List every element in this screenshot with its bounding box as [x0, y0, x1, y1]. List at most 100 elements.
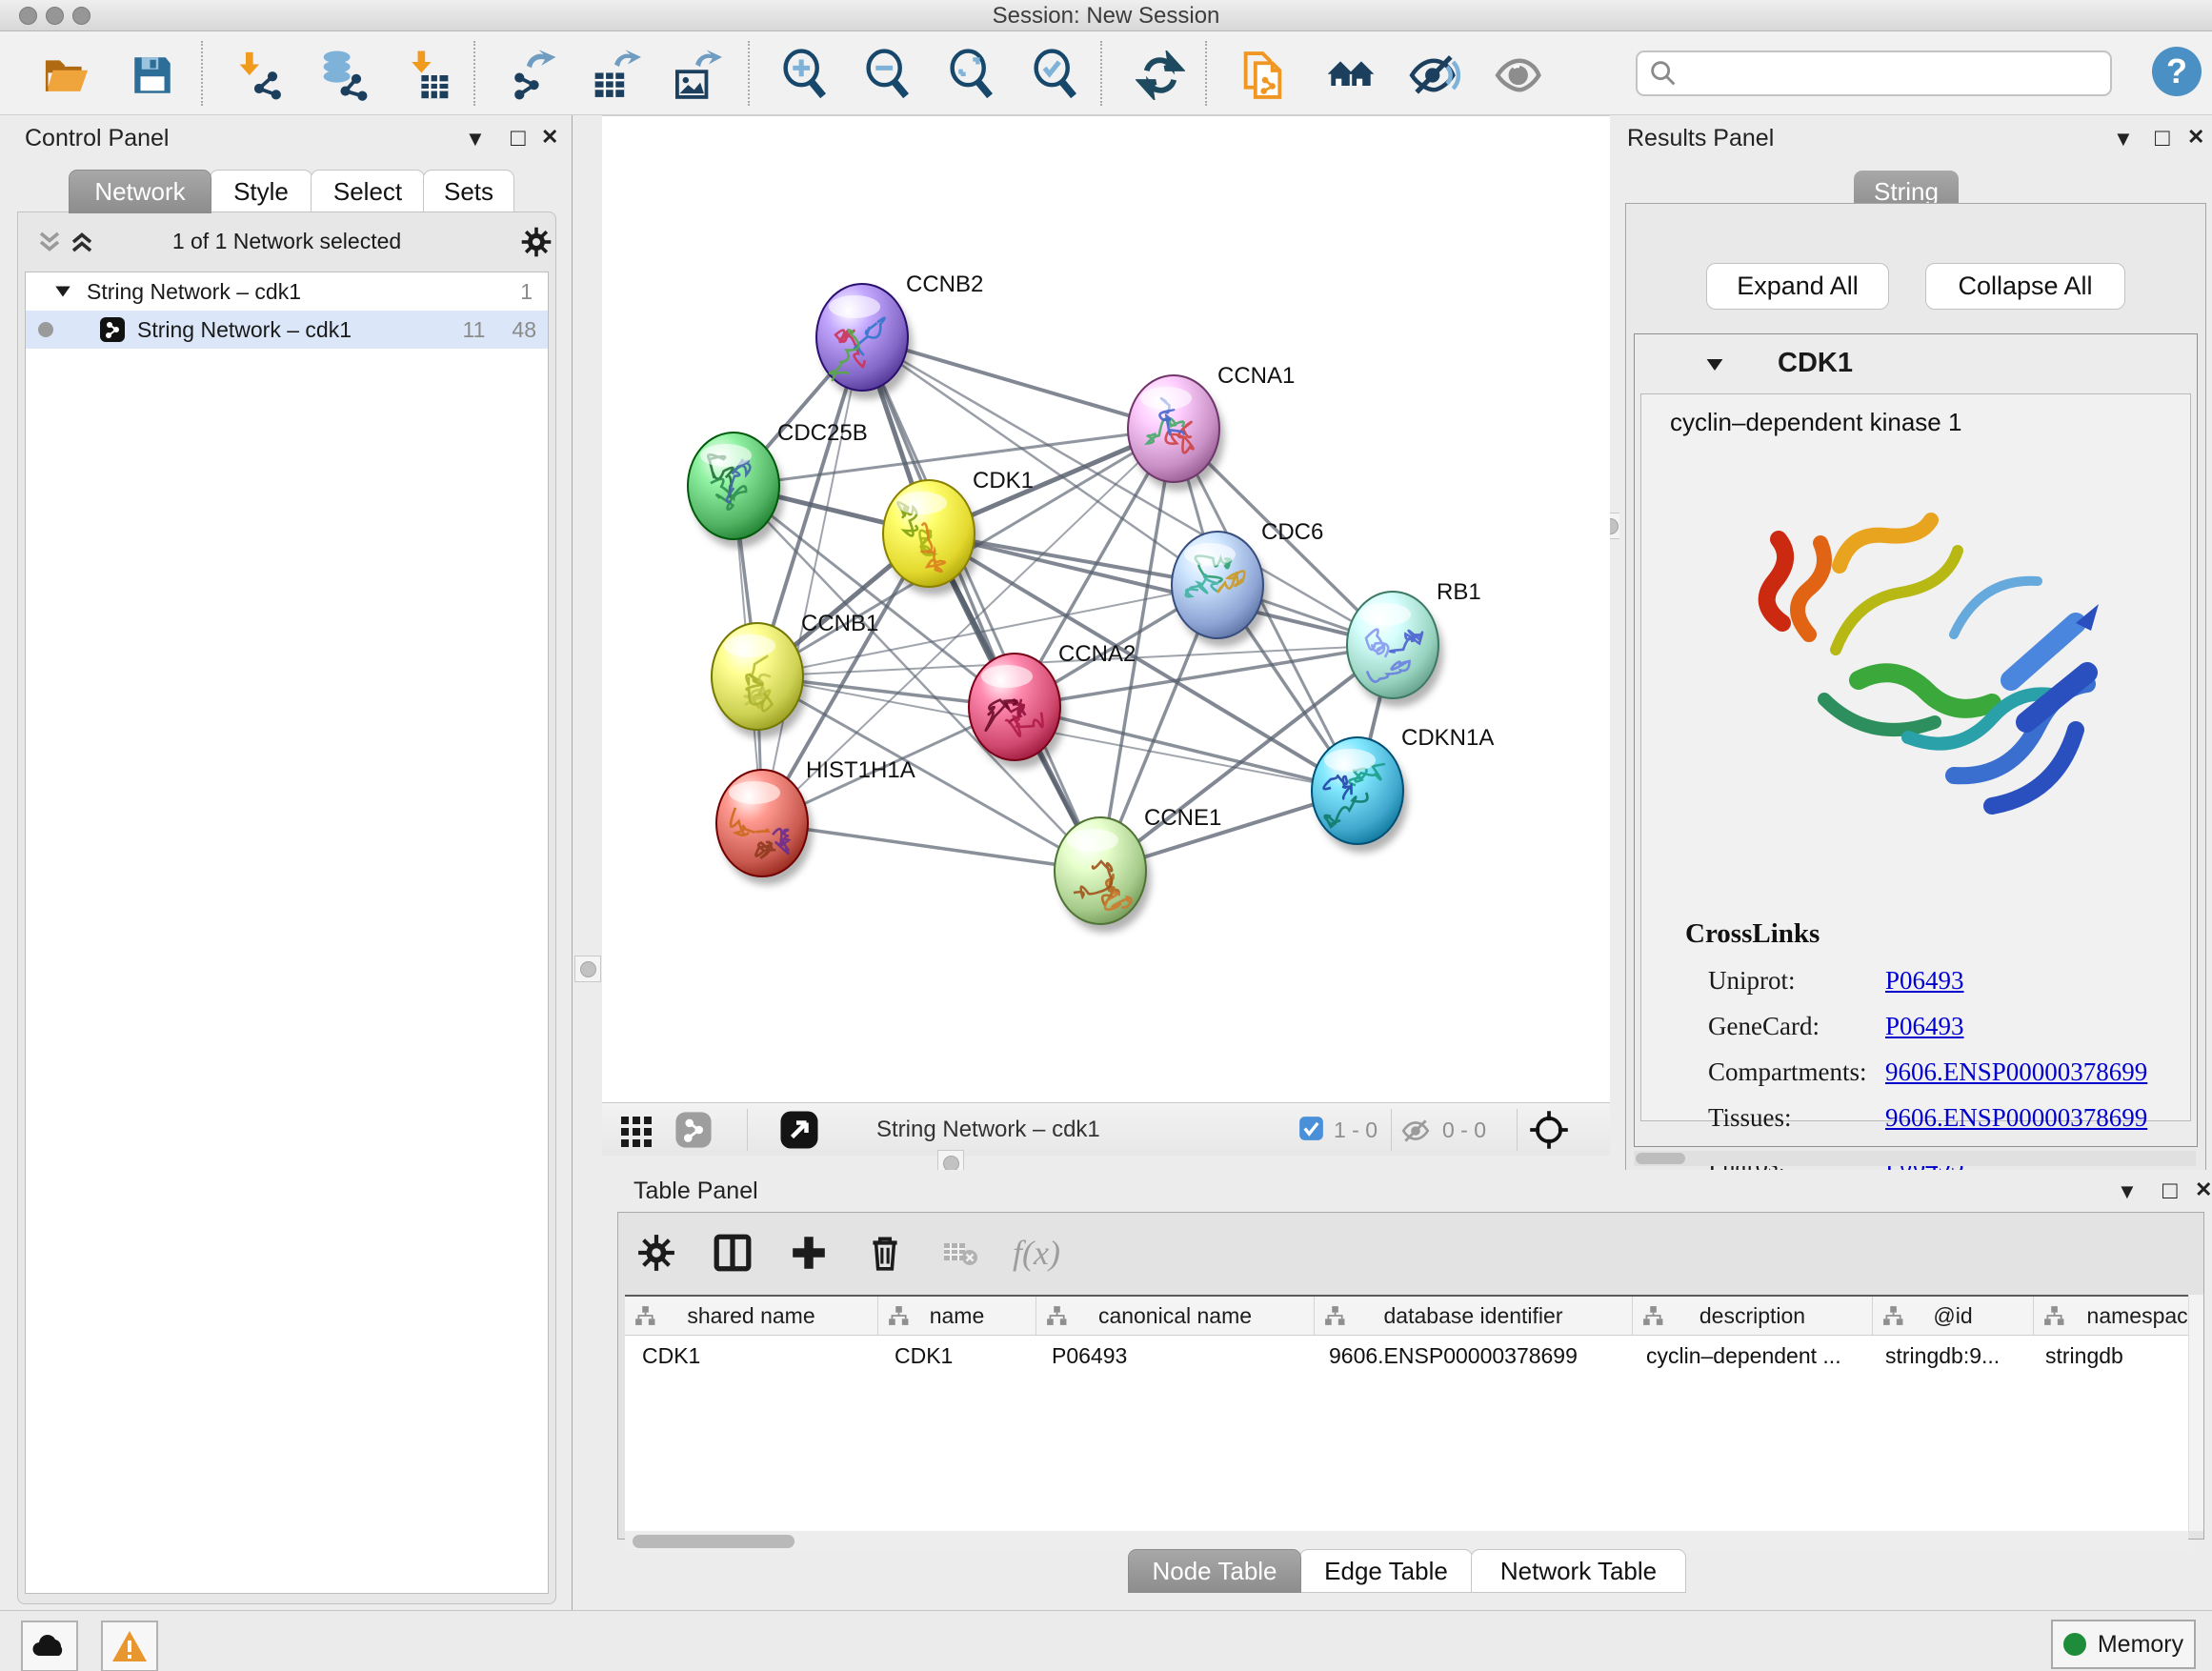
delete-table-icon[interactable]	[936, 1228, 986, 1278]
network-node-HIST1H1A[interactable]: HIST1H1A	[716, 757, 915, 885]
add-column-icon[interactable]	[784, 1228, 834, 1278]
help-button[interactable]: ?	[2152, 47, 2202, 96]
show-columns-icon[interactable]	[708, 1228, 757, 1278]
save-session-icon[interactable]	[126, 49, 179, 102]
warning-status-button[interactable]	[101, 1621, 158, 1671]
zoom-in-icon[interactable]	[778, 49, 832, 102]
panel-float-icon[interactable]: □	[511, 123, 526, 152]
right-splitter[interactable]	[1610, 115, 1619, 1156]
tab-select[interactable]: Select	[311, 170, 425, 213]
tab-node-table[interactable]: Node Table	[1128, 1549, 1301, 1593]
expand-all-button[interactable]: Expand All	[1706, 263, 1889, 310]
column-header-database-identifier[interactable]: database identifier	[1315, 1297, 1633, 1335]
string-home-icon[interactable]	[1324, 49, 1377, 102]
network-node-CCNA1[interactable]: CCNA1	[1128, 363, 1295, 491]
import-table-icon[interactable]	[402, 49, 455, 102]
network-view-type-icon[interactable]	[674, 1111, 713, 1154]
crosslink-row: Compartments:9606.ENSP00000378699	[1708, 1057, 2184, 1087]
table-cell[interactable]: stringdb	[2028, 1336, 2188, 1376]
node-table-box: f(x) shared namenamecanonical namedataba…	[617, 1212, 2204, 1540]
panel-close-icon[interactable]: ✕	[541, 125, 558, 150]
delete-column-trash-icon[interactable]	[860, 1228, 910, 1278]
selected-checkbox-icon[interactable]	[1298, 1116, 1324, 1146]
export-image-icon[interactable]	[669, 49, 722, 102]
string-settings-icon[interactable]	[1407, 49, 1460, 102]
crosslink-link[interactable]: P06493	[1885, 966, 1964, 996]
string-protein-query-icon[interactable]	[1238, 49, 1292, 102]
import-network-icon[interactable]	[232, 49, 286, 102]
panel-menu-icon[interactable]: ▼	[2117, 1179, 2138, 1204]
tab-network-table[interactable]: Network Table	[1471, 1549, 1686, 1593]
refresh-icon[interactable]	[1134, 49, 1187, 102]
network-row[interactable]: String Network – cdk1 11 48	[26, 311, 548, 349]
column-header-canonical-name[interactable]: canonical name	[1036, 1297, 1315, 1335]
network-node-CCNB1[interactable]: CCNB1	[712, 611, 878, 738]
network-canvas[interactable]: CCNB2 CCNA1 CDC25BCDK1 CDC6RB1 CCNB1 CCNA2 CDK…	[602, 115, 1610, 1103]
open-session-icon[interactable]	[40, 49, 93, 102]
function-builder-icon[interactable]: f(x)	[1013, 1233, 1060, 1273]
grid-view-icon[interactable]	[619, 1113, 654, 1152]
column-header--id[interactable]: @id	[1873, 1297, 2034, 1335]
network-collection-row[interactable]: String Network – cdk1 1	[26, 272, 548, 311]
network-node-CCNA2[interactable]: CCNA2	[969, 641, 1136, 769]
table-cell[interactable]: P06493	[1035, 1336, 1312, 1376]
network-view-toolbar: String Network – cdk1 1 - 0 0 - 0	[602, 1102, 1610, 1158]
results-panel-title: Results Panel	[1627, 125, 1774, 152]
table-row[interactable]: CDK1CDK1P064939606.ENSP00000378699cyclin…	[625, 1336, 2188, 1376]
tree-expander-icon[interactable]	[52, 281, 73, 302]
memory-button[interactable]: Memory	[2051, 1620, 2196, 1669]
panel-close-icon[interactable]: ✕	[2187, 125, 2204, 150]
birdseye-crosshair-icon[interactable]	[1528, 1109, 1570, 1156]
node-label: CCNE1	[1144, 805, 1221, 831]
network-node-CDKN1A[interactable]: CDKN1A	[1312, 725, 1494, 853]
crosslink-link[interactable]: P06493	[1885, 1012, 1964, 1041]
table-cell[interactable]: 9606.ENSP00000378699	[1312, 1336, 1629, 1376]
column-header-name[interactable]: name	[878, 1297, 1036, 1335]
table-cell[interactable]: stringdb:9...	[1868, 1336, 2028, 1376]
network-options-gear-icon[interactable]	[519, 225, 553, 259]
export-table-icon[interactable]	[588, 49, 641, 102]
network-node-CDC6[interactable]: CDC6	[1172, 519, 1323, 647]
tab-sets[interactable]: Sets	[423, 170, 514, 213]
table-options-gear-icon[interactable]	[632, 1228, 681, 1278]
zoom-selected-icon[interactable]	[1029, 49, 1082, 102]
zoom-fit-icon[interactable]	[945, 49, 998, 102]
gene-section-header[interactable]: CDK1	[1635, 334, 2197, 393]
table-cell[interactable]: CDK1	[625, 1336, 877, 1376]
gene-name: CDK1	[1778, 348, 1853, 379]
panel-menu-icon[interactable]: ▼	[2113, 127, 2134, 151]
hidden-eye-icon[interactable]	[1400, 1116, 1431, 1151]
tab-network[interactable]: Network	[69, 170, 211, 213]
network-node-CCNB2[interactable]: CCNB2	[816, 272, 983, 399]
collapse-all-button[interactable]: Collapse All	[1925, 263, 2125, 310]
import-network-database-icon[interactable]	[316, 49, 370, 102]
network-node-RB1[interactable]: RB1	[1347, 579, 1481, 707]
column-header-description[interactable]: description	[1633, 1297, 1873, 1335]
cloud-status-button[interactable]	[21, 1621, 78, 1671]
panel-menu-icon[interactable]: ▼	[465, 127, 486, 151]
left-splitter[interactable]	[573, 115, 602, 1610]
tab-edge-table[interactable]: Edge Table	[1299, 1549, 1473, 1593]
detach-view-icon[interactable]	[779, 1110, 819, 1155]
network-node-CDC25B[interactable]: CDC25B	[688, 420, 868, 548]
show-results-eye-icon[interactable]	[1493, 49, 1546, 102]
export-network-icon[interactable]	[505, 49, 558, 102]
panel-close-icon[interactable]: ✕	[2195, 1178, 2212, 1202]
crosslink-link[interactable]: 9606.ENSP00000378699	[1885, 1103, 2147, 1133]
column-header-namespace[interactable]: namespace	[2034, 1297, 2188, 1335]
network-node-CCNE1[interactable]: CCNE1	[1055, 805, 1221, 933]
section-collapse-icon[interactable]	[1703, 353, 1726, 376]
panel-float-icon[interactable]: □	[2155, 123, 2170, 152]
panel-float-icon[interactable]: □	[2162, 1176, 2178, 1205]
zoom-out-icon[interactable]	[861, 49, 915, 102]
table-cell[interactable]: CDK1	[877, 1336, 1035, 1376]
column-header-shared-name[interactable]: shared name	[625, 1297, 878, 1335]
table-vertical-scrollbar[interactable]	[2188, 1295, 2203, 1531]
results-scrollbar[interactable]	[1634, 1151, 2196, 1166]
network-node-CDK1[interactable]: CDK1	[883, 468, 1034, 595]
search-input[interactable]	[1679, 60, 2110, 87]
tab-style[interactable]: Style	[210, 170, 312, 213]
left-splitter-handle[interactable]	[574, 956, 601, 982]
table-cell[interactable]: cyclin–dependent ...	[1629, 1336, 1868, 1376]
crosslink-link[interactable]: 9606.ENSP00000378699	[1885, 1057, 2147, 1087]
